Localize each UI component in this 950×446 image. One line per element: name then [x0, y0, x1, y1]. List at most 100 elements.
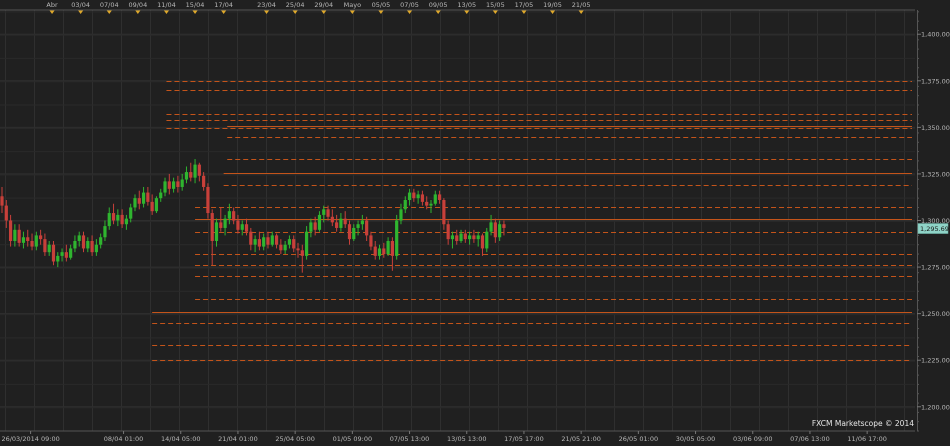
candle-body: [111, 213, 116, 221]
chart-background: [0, 0, 950, 446]
candle-body: [489, 222, 493, 232]
candle-body: [365, 220, 369, 236]
candle-body: [141, 192, 146, 204]
candle-body: [270, 235, 274, 245]
candle-body: [133, 198, 137, 208]
current-price-box: 1,295.69: [917, 223, 949, 234]
bottom-axis-label: 14/04 05:00: [161, 435, 201, 443]
candle-body: [172, 181, 176, 189]
candle-body: [69, 248, 73, 258]
candle-body: [262, 237, 266, 247]
top-axis-label: 09/04: [128, 1, 147, 9]
candle-body: [386, 240, 390, 255]
top-axis-label: 17/04: [214, 1, 233, 9]
candle-body: [317, 214, 322, 230]
candle-body: [236, 220, 240, 230]
price-chart[interactable]: Abr 03/04 07/04 09/04 11/04 15/04 17/04 23/04 25…: [0, 0, 950, 446]
candle-body: [34, 235, 38, 247]
candle-body: [412, 192, 416, 199]
candle-body: [56, 255, 60, 262]
candle-body: [26, 237, 30, 241]
watermark: FXCM Marketscope © 2014: [811, 419, 914, 428]
candle-body: [73, 240, 77, 249]
candle-body: [390, 240, 394, 256]
candle-body: [210, 213, 214, 241]
candle-body: [480, 235, 485, 249]
candle-body: [450, 235, 455, 240]
top-axis-label: 09/05: [429, 1, 448, 9]
candle-body: [154, 198, 159, 212]
candle-body: [287, 239, 292, 245]
candle-body: [382, 248, 386, 255]
bottom-axis-label: 26/03/2014 09:00: [1, 435, 59, 443]
candle-body: [330, 216, 334, 223]
candle-body: [13, 229, 17, 241]
candle-body: [107, 213, 111, 227]
top-axis-label: 07/04: [100, 1, 119, 9]
candle-body: [103, 226, 107, 238]
top-axis-label: 03/04: [71, 1, 90, 9]
candle-body: [343, 218, 347, 225]
candle-body: [335, 222, 339, 228]
top-axis-label: 21/05: [572, 1, 591, 9]
candle-body: [455, 235, 459, 241]
top-axis-label: 17/05: [515, 1, 534, 9]
price-axis-label: 1,275.00: [921, 264, 950, 272]
candle-body: [227, 211, 231, 219]
candle-body: [459, 233, 463, 241]
candle-body: [240, 224, 244, 230]
bottom-axis-label: 13/05 13:00: [447, 435, 487, 443]
candle-body: [223, 218, 227, 228]
candle-body: [279, 244, 283, 251]
candle-body: [360, 220, 364, 225]
top-axis-label: Abr: [46, 1, 58, 9]
bottom-axis-label: 21/05 21:00: [561, 435, 601, 443]
candle-body: [21, 237, 26, 243]
candle-body: [433, 194, 437, 204]
candle-body: [266, 237, 270, 245]
candle-body: [300, 250, 304, 256]
candle-body: [17, 229, 21, 243]
candle-body: [4, 205, 8, 221]
price-axis-label: 1,225.00: [921, 357, 950, 365]
candle-body: [292, 239, 296, 249]
bottom-axis-label: 11/06 17:00: [847, 435, 887, 443]
bottom-axis-label: 07/05 13:00: [390, 435, 430, 443]
top-axis-label: 19/05: [543, 1, 562, 9]
candle-body: [425, 201, 429, 206]
candle-body: [429, 203, 433, 206]
candle-body: [377, 248, 382, 256]
current-price-label: 1,295.69: [920, 225, 949, 233]
candle-body: [493, 222, 497, 238]
candle-body: [47, 244, 51, 253]
price-axis-label: 1,400.00: [921, 31, 950, 39]
candle-body: [437, 194, 442, 201]
candle-body: [463, 233, 467, 240]
candle-body: [498, 224, 502, 238]
candle-body: [94, 244, 98, 253]
top-axis-label: 25/04: [286, 1, 305, 9]
candle-body: [137, 198, 141, 204]
top-axis-label: 29/04: [314, 1, 333, 9]
candle-body: [77, 235, 81, 241]
candle-body: [326, 209, 330, 217]
candle-bullish: [395, 214, 399, 260]
candle-body: [206, 186, 210, 214]
candle-body: [232, 211, 236, 221]
price-axis-label: 1,250.00: [921, 310, 950, 318]
bottom-axis-label: 08/04 01:00: [104, 435, 144, 443]
candle-body: [420, 194, 425, 202]
candle-body: [43, 239, 47, 253]
candle-body: [30, 240, 34, 247]
candle-body: [202, 175, 206, 187]
candle-body: [352, 227, 356, 240]
candle-body: [476, 235, 480, 240]
candle-body: [129, 207, 133, 219]
candle-body: [416, 194, 420, 199]
candle-body: [485, 231, 489, 249]
candle-body: [86, 240, 90, 249]
candle-body: [51, 244, 56, 262]
candle-body: [472, 235, 476, 240]
candle-body: [219, 222, 223, 228]
candle-body: [407, 192, 412, 201]
